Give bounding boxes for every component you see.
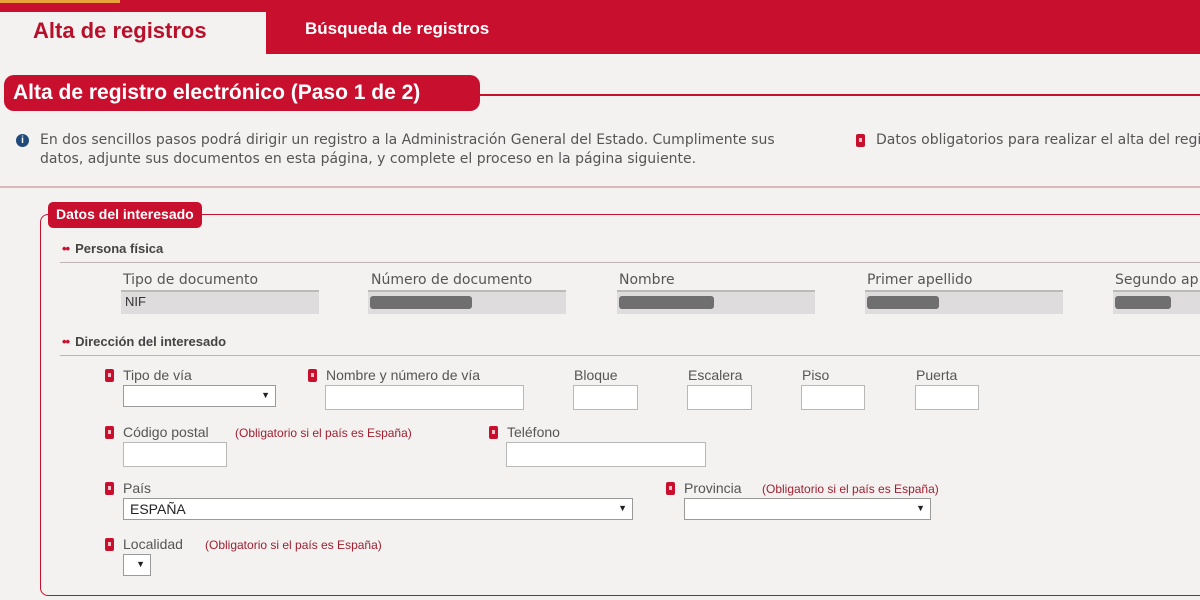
- nombre-via-label: Nombre y número de vía: [326, 367, 481, 383]
- required-marker-icon: [489, 426, 498, 439]
- pais-select[interactable]: ESPAÑA ▼: [123, 498, 633, 520]
- required-dots-icon: ••: [62, 241, 70, 256]
- telefono-label: Teléfono: [507, 424, 560, 440]
- telefono-input[interactable]: [506, 442, 706, 467]
- tipo-documento-value: NIF: [125, 294, 146, 309]
- provincia-label: Provincia: [684, 480, 742, 496]
- persona-fisica-heading: •• Persona física: [62, 241, 163, 256]
- piso-input[interactable]: [801, 385, 865, 410]
- tipo-documento-field: NIF: [121, 290, 319, 314]
- required-marker-icon: [856, 134, 865, 147]
- localidad-label: Localidad: [123, 536, 183, 552]
- step-header-line: [480, 94, 1200, 96]
- piso-label: Piso: [802, 367, 830, 383]
- page-title: Alta de registro electrónico (Paso 1 de …: [4, 75, 480, 111]
- dropdown-arrow-icon: ▼: [916, 503, 925, 513]
- info-icon: i: [16, 134, 29, 147]
- required-marker-icon: [105, 426, 114, 439]
- tipo-via-select[interactable]: ▼: [123, 385, 276, 407]
- provincia-note: (Obligatorio si el país es España): [762, 482, 939, 496]
- info-text: En dos sencillos pasos podrá dirigir un …: [40, 131, 775, 169]
- codigo-postal-note: (Obligatorio si el país es España): [235, 426, 412, 440]
- escalera-label: Escalera: [688, 367, 743, 383]
- numero-documento-label: Número de documento: [371, 272, 533, 288]
- required-marker-icon: [105, 482, 114, 495]
- persona-divider: [60, 262, 1200, 263]
- direccion-divider: [60, 355, 1200, 356]
- provincia-select[interactable]: ▼: [684, 498, 931, 520]
- nombre-via-input[interactable]: [325, 385, 524, 410]
- bloque-input[interactable]: [573, 385, 638, 410]
- redacted-block: [867, 296, 939, 309]
- dropdown-arrow-icon: ▼: [261, 390, 270, 400]
- pais-label: País: [123, 480, 152, 496]
- dropdown-arrow-icon: ▼: [618, 503, 627, 513]
- puerta-label: Puerta: [916, 367, 958, 383]
- codigo-postal-label: Código postal: [123, 424, 209, 440]
- required-note: Datos obligatorios para realizar el alta…: [876, 132, 1200, 148]
- required-marker-icon: [105, 369, 114, 382]
- pais-value: ESPAÑA: [130, 501, 186, 517]
- redacted-block: [619, 296, 714, 309]
- redacted-block: [370, 296, 472, 309]
- dropdown-arrow-icon: ▼: [136, 559, 145, 569]
- info-text-line1: En dos sencillos pasos podrá dirigir un …: [40, 132, 775, 148]
- tipo-via-label: Tipo de vía: [123, 367, 192, 383]
- tab-busqueda-de-registros[interactable]: Búsqueda de registros: [305, 12, 489, 54]
- top-accent-strip: [0, 0, 120, 3]
- tab-alta-de-registros[interactable]: Alta de registros: [0, 12, 266, 54]
- direccion-label: Dirección del interesado: [75, 334, 227, 349]
- required-marker-icon: [308, 369, 317, 382]
- required-marker-icon: [105, 538, 114, 551]
- localidad-select[interactable]: ▼: [123, 554, 151, 576]
- codigo-postal-input[interactable]: [123, 442, 227, 467]
- required-dots-icon: ••: [62, 334, 70, 349]
- info-text-line2: datos, adjunte sus documentos en esta pá…: [40, 151, 697, 167]
- bloque-label: Bloque: [574, 367, 618, 383]
- tipo-documento-label: Tipo de documento: [123, 272, 259, 288]
- puerta-input[interactable]: [915, 385, 979, 410]
- nombre-field: [617, 290, 815, 314]
- localidad-note: (Obligatorio si el país es España): [205, 538, 382, 552]
- redacted-block: [1115, 296, 1171, 309]
- escalera-input[interactable]: [687, 385, 752, 410]
- persona-fisica-label: Persona física: [75, 241, 164, 256]
- numero-documento-field: [368, 290, 566, 314]
- segundo-apellido-field: [1113, 290, 1200, 314]
- primer-apellido-label: Primer apellido: [867, 272, 973, 288]
- nombre-label: Nombre: [619, 272, 675, 288]
- primer-apellido-field: [865, 290, 1063, 314]
- required-marker-icon: [666, 482, 675, 495]
- section-title: Datos del interesado: [48, 202, 202, 228]
- segundo-apellido-label: Segundo ap: [1115, 272, 1199, 288]
- divider: [0, 186, 1200, 188]
- direccion-heading: •• Dirección del interesado: [62, 334, 226, 349]
